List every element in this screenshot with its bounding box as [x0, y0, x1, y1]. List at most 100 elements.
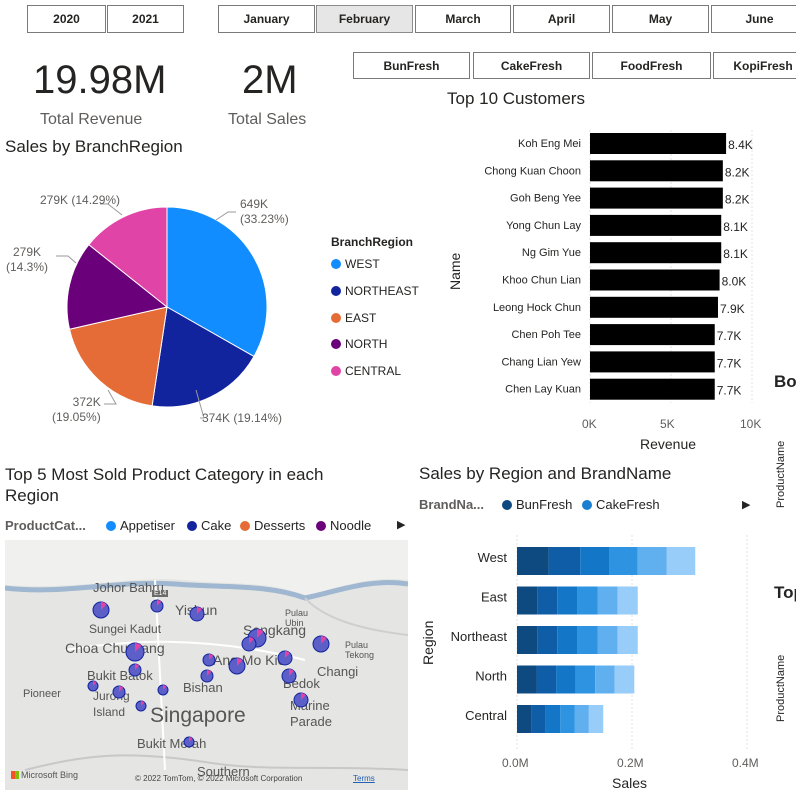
- cust-name-label: Yong Chun Lay: [506, 220, 581, 232]
- legend-dot-icon: [187, 520, 197, 531]
- pie-label-central: 279K (14.29%): [40, 193, 121, 207]
- map-copyright: © 2022 TomTom, © 2022 Microsoft Corporat…: [135, 774, 303, 783]
- rb-region-label: North: [475, 669, 507, 684]
- cust-name-label: Koh Eng Mei: [518, 138, 581, 150]
- rb-bar-segment[interactable]: [577, 586, 598, 615]
- cust-bar[interactable]: [590, 269, 720, 291]
- rb-bar-segment[interactable]: [637, 547, 667, 575]
- month-february-button[interactable]: February: [316, 5, 413, 33]
- cust-bar[interactable]: [590, 296, 718, 318]
- map-bubbles: [87, 599, 330, 748]
- cust-bar[interactable]: [590, 160, 723, 182]
- pie-legend-northeast[interactable]: NORTHEAST: [331, 284, 419, 298]
- rb-bar-segment[interactable]: [560, 705, 575, 733]
- cust-name-label: Ng Gim Yue: [522, 247, 581, 259]
- rb-bar-segment[interactable]: [517, 626, 538, 654]
- rb-bar-segment[interactable]: [517, 705, 532, 733]
- rb-region-label: Northeast: [451, 629, 508, 644]
- cust-data-label: 8.4K: [728, 138, 753, 152]
- brand-kopifresh-button[interactable]: KopiFresh: [713, 52, 796, 79]
- pie-legend-west[interactable]: WEST: [331, 257, 380, 271]
- rb-bar-segment[interactable]: [537, 586, 558, 615]
- total-revenue-value: 19.98M: [33, 58, 167, 102]
- cust-bar[interactable]: [590, 214, 722, 236]
- map-legend-desserts[interactable]: Desserts: [240, 518, 305, 533]
- legend-dot-icon: [331, 339, 341, 349]
- cust-bar[interactable]: [590, 324, 715, 346]
- pie-legend-north[interactable]: NORTH: [331, 337, 387, 351]
- pie-label-northeast: 374K (19.14%): [202, 411, 283, 425]
- region-brand-legend-next-icon[interactable]: ▶: [742, 498, 750, 511]
- cust-xtick-0: 0K: [582, 417, 597, 431]
- map-terms-link[interactable]: Terms: [353, 774, 375, 783]
- rb-bar-segment[interactable]: [609, 547, 638, 575]
- cust-bar[interactable]: [590, 187, 723, 209]
- rb-bar-segment[interactable]: [588, 705, 604, 733]
- pie-legend-central[interactable]: CENTRAL: [331, 364, 401, 378]
- month-march-button[interactable]: March: [415, 5, 511, 33]
- pie-chart-title: Sales by BranchRegion: [5, 137, 183, 156]
- rb-bar-segment[interactable]: [575, 665, 596, 694]
- cust-bar[interactable]: [590, 133, 727, 154]
- cust-name-label: Chen Poh Tee: [511, 329, 581, 341]
- rb-bar-segment[interactable]: [556, 665, 576, 694]
- cust-bar[interactable]: [590, 242, 722, 264]
- region-brand-legend-cakefresh[interactable]: CakeFresh: [582, 497, 660, 512]
- rb-bar-segment[interactable]: [666, 547, 696, 575]
- map-legend-appetiser[interactable]: Appetiser: [106, 518, 175, 533]
- rb-region-label: West: [478, 550, 508, 565]
- rb-bar-segment[interactable]: [614, 665, 635, 694]
- rb-bar-segment[interactable]: [595, 665, 615, 694]
- rb-bar-segment[interactable]: [517, 586, 538, 615]
- rb-bar-segment[interactable]: [580, 547, 609, 575]
- map-canvas[interactable]: Johor Bahru Sungei Kadut Yishun Sengkang…: [5, 540, 408, 790]
- map-legend-next-icon[interactable]: ▶: [397, 518, 405, 531]
- cust-xtick-2: 10K: [740, 417, 762, 431]
- rb-region-label: Central: [465, 708, 507, 723]
- legend-dot-icon: [331, 286, 341, 296]
- legend-dot-icon: [582, 499, 592, 510]
- cutoff-axis-b: ProductName: [775, 654, 787, 722]
- brand-foodfresh-button[interactable]: FoodFresh: [592, 52, 711, 79]
- rb-bar-segment[interactable]: [597, 586, 618, 615]
- rb-bar-segment[interactable]: [536, 665, 557, 694]
- rb-bar-segment[interactable]: [557, 586, 578, 615]
- month-june-button[interactable]: June: [711, 5, 796, 33]
- cust-data-label: 7.7K: [717, 384, 742, 398]
- rb-bar-segment[interactable]: [517, 665, 537, 694]
- rb-bar-segment[interactable]: [597, 626, 618, 654]
- map-legend-noodle[interactable]: Noodle: [316, 518, 371, 533]
- rb-bar-segment[interactable]: [574, 705, 589, 733]
- rb-bar-segment[interactable]: [531, 705, 546, 733]
- map-legend-cake[interactable]: Cake: [187, 518, 231, 533]
- cust-data-label: 8.2K: [725, 193, 750, 207]
- cust-name-label: Chong Kuan Choon: [484, 165, 581, 177]
- total-sales-value: 2M: [242, 58, 298, 102]
- region-brand-chart: West East Northeast North Central: [451, 535, 748, 750]
- month-may-button[interactable]: May: [612, 5, 709, 33]
- pie-legend-east[interactable]: EAST: [331, 311, 376, 325]
- year-2021-button[interactable]: 2021: [107, 5, 184, 33]
- cutoff-axis-a: ProductName: [775, 440, 787, 508]
- month-april-button[interactable]: April: [513, 5, 610, 33]
- cust-bar[interactable]: [590, 351, 715, 373]
- year-2020-button[interactable]: 2020: [27, 5, 106, 33]
- region-brand-title: Sales by Region and BrandName: [419, 464, 672, 483]
- rb-bar-segment[interactable]: [617, 586, 638, 615]
- brand-cakefresh-button[interactable]: CakeFresh: [473, 52, 590, 79]
- rb-bar-segment[interactable]: [517, 547, 549, 575]
- brand-bunfresh-button[interactable]: BunFresh: [353, 52, 470, 79]
- rb-bar-segment[interactable]: [545, 705, 561, 733]
- rb-region-label: East: [481, 590, 507, 605]
- rb-bar-segment[interactable]: [557, 626, 578, 654]
- pie-label-north: 279K (14.3%): [6, 245, 49, 274]
- cust-bar[interactable]: [590, 378, 715, 400]
- rb-bar-segment[interactable]: [548, 547, 581, 575]
- cutoff-title-a: Bo: [774, 372, 796, 391]
- month-january-button[interactable]: January: [218, 5, 315, 33]
- rb-bar-segment[interactable]: [537, 626, 558, 654]
- cust-name-label: Chen Lay Kuan: [505, 384, 581, 396]
- region-brand-legend-bunfresh[interactable]: BunFresh: [502, 497, 572, 512]
- rb-bar-segment[interactable]: [577, 626, 598, 654]
- rb-bar-segment[interactable]: [617, 626, 638, 654]
